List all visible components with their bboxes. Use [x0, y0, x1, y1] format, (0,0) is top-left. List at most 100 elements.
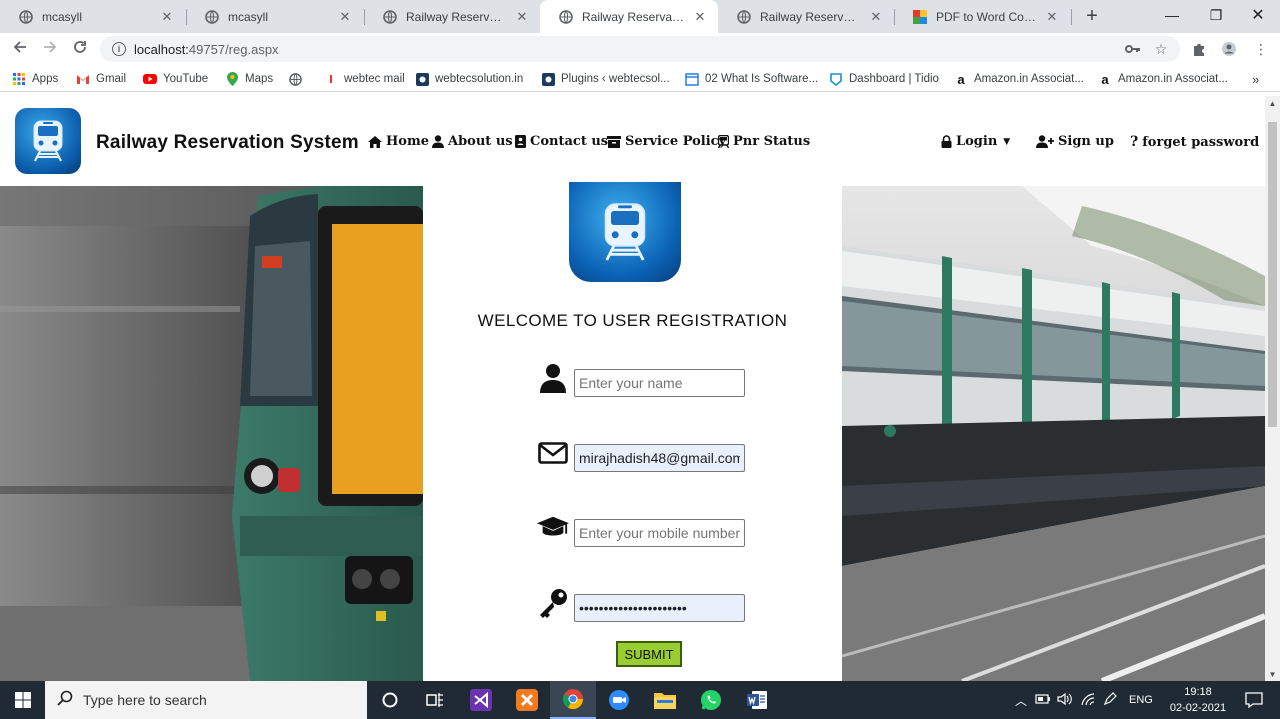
forward-button[interactable] — [38, 37, 62, 61]
wifi-icon[interactable] — [1081, 692, 1095, 708]
nav-login-dropdown[interactable]: Login ▼ — [941, 134, 1010, 149]
menu-dots-icon[interactable]: ⋮ — [1250, 38, 1272, 60]
extensions-icon[interactable] — [1188, 38, 1210, 60]
pdf-converter-icon — [912, 9, 928, 25]
minimize-button[interactable]: — — [1150, 0, 1194, 30]
webtec-mail-icon — [324, 72, 338, 86]
close-icon[interactable]: ✕ — [1044, 9, 1060, 25]
tab-mcasyll-2[interactable]: mcasyll ✕ — [186, 0, 363, 33]
taskbar-clock[interactable]: 19:18 02-02-2021 — [1168, 684, 1228, 716]
windows-taskbar: Type here to search ︿ ENG 19:18 02-02-20… — [0, 681, 1280, 719]
tab-railway-1[interactable]: Railway Reservation System ✕ — [364, 0, 540, 33]
bookmark-amazon-1[interactable]: a Amazon.in Associat... — [954, 70, 1084, 88]
word-icon[interactable] — [734, 681, 780, 719]
nav-home[interactable]: Home — [368, 134, 429, 149]
scrollbar-thumb[interactable] — [1268, 122, 1277, 427]
nav-contact-label: Contact us — [530, 134, 609, 149]
system-tray: ︿ ENG — [1015, 681, 1153, 719]
start-button[interactable] — [0, 681, 45, 719]
nav-service-policy[interactable]: Service Policy — [607, 134, 726, 149]
close-icon[interactable]: ✕ — [868, 9, 884, 25]
bookmark-webtec-mail[interactable]: webtec mail — [324, 70, 405, 88]
nav-about[interactable]: About us — [432, 134, 513, 149]
xampp-icon[interactable] — [504, 681, 550, 719]
url-text: localhost:49757/reg.aspx — [134, 42, 279, 57]
calendar-icon — [685, 72, 699, 86]
nav-forget-password[interactable]: ? forget password — [1130, 134, 1259, 150]
globe-icon — [288, 72, 302, 86]
star-icon[interactable]: ☆ — [1150, 38, 1172, 60]
bookmark-maps[interactable]: Maps — [225, 70, 273, 88]
cortana-icon[interactable] — [367, 681, 413, 719]
back-button[interactable] — [8, 37, 32, 61]
window-close-button[interactable]: ✕ — [1236, 0, 1280, 30]
tab-title: PDF to Word Converter — [936, 9, 1038, 24]
whatsapp-icon[interactable] — [688, 681, 734, 719]
apps-grid-icon — [12, 72, 26, 86]
tab-title: Railway Reservation System — [760, 9, 862, 24]
visual-studio-icon[interactable] — [458, 681, 504, 719]
youtube-icon — [143, 72, 157, 86]
bookmark-apps[interactable]: Apps — [12, 70, 58, 88]
contact-card-icon — [515, 135, 526, 148]
nav-signup[interactable]: Sign up — [1036, 134, 1114, 149]
search-icon — [57, 690, 73, 710]
bookmark-youtube[interactable]: YouTube — [143, 70, 208, 88]
bookmark-plugins[interactable]: Plugins ‹ webtecsol... — [541, 70, 670, 88]
tab-railway-3[interactable]: Railway Reservation System ✕ — [718, 0, 894, 33]
scroll-down-arrow-icon[interactable]: ▼ — [1268, 670, 1277, 679]
submit-button[interactable]: SUBMIT — [616, 641, 682, 667]
nav-signup-label: Sign up — [1058, 134, 1114, 149]
close-icon[interactable]: ✕ — [159, 9, 175, 25]
home-icon — [368, 135, 382, 148]
bookmark-amazon-2[interactable]: a Amazon.in Associat... — [1098, 70, 1228, 88]
maximize-button[interactable]: ❐ — [1194, 0, 1238, 30]
bookmarks-overflow-icon[interactable]: » — [1252, 70, 1259, 88]
mobile-input[interactable] — [574, 519, 745, 547]
task-view-icon[interactable] — [412, 681, 458, 719]
bookmark-what-is-software[interactable]: 02 What Is Software... — [685, 70, 818, 88]
close-icon[interactable]: ✕ — [692, 9, 708, 25]
page-scrollbar[interactable]: ▲ ▼ — [1265, 96, 1280, 681]
registration-form: WELCOME TO USER REGISTRATION SUBMIT — [423, 182, 842, 681]
address-bar[interactable]: i localhost:49757/reg.aspx — [100, 36, 1180, 62]
zoom-icon[interactable] — [596, 681, 642, 719]
site-logo[interactable] — [15, 108, 81, 174]
nav-contact[interactable]: Contact us — [515, 134, 608, 149]
pen-icon[interactable] — [1103, 691, 1117, 709]
nav-pnr-label: Pnr Status — [733, 134, 811, 149]
tab-pdf-converter[interactable]: PDF to Word Converter ✕ — [894, 0, 1070, 33]
tab-title: mcasyll — [228, 9, 269, 24]
key-icon[interactable] — [1122, 38, 1144, 60]
bookmark-globe[interactable] — [288, 70, 308, 88]
bookmark-webtecsolution[interactable]: webtecsolution.in — [415, 70, 523, 88]
tab-mcasyll-1[interactable]: mcasyll ✕ — [0, 0, 185, 33]
reload-button[interactable] — [68, 37, 92, 61]
user-icon — [432, 135, 444, 148]
password-input[interactable] — [574, 594, 745, 622]
taskbar-search[interactable]: Type here to search — [45, 681, 367, 719]
info-icon[interactable]: i — [112, 42, 126, 56]
email-input[interactable] — [574, 444, 745, 472]
new-tab-button[interactable]: + — [1080, 4, 1104, 28]
bookmark-tidio[interactable]: Dashboard | Tidio — [829, 70, 939, 88]
site-brand[interactable]: Railway Reservation System — [96, 132, 359, 154]
battery-icon[interactable] — [1035, 693, 1051, 708]
close-icon[interactable]: ✕ — [337, 9, 353, 25]
chrome-icon[interactable] — [550, 681, 596, 719]
name-input[interactable] — [574, 369, 745, 397]
volume-icon[interactable] — [1057, 692, 1073, 708]
file-explorer-icon[interactable] — [642, 681, 688, 719]
nav-pnr-status[interactable]: Pnr Status — [718, 134, 810, 149]
globe-icon — [18, 9, 34, 25]
arrow-left-icon — [12, 39, 28, 60]
chevron-up-icon[interactable]: ︿ — [1015, 692, 1027, 709]
scroll-up-arrow-icon[interactable]: ▲ — [1268, 99, 1277, 108]
language-indicator[interactable]: ENG — [1129, 694, 1153, 706]
notification-icon[interactable] — [1234, 681, 1274, 719]
tab-railway-active[interactable]: Railway Reservation System ✕ — [540, 0, 718, 33]
close-icon[interactable]: ✕ — [514, 9, 530, 25]
profile-icon[interactable] — [1218, 38, 1240, 60]
webtec-site-icon — [415, 72, 429, 86]
bookmark-gmail[interactable]: Gmail — [76, 70, 126, 88]
